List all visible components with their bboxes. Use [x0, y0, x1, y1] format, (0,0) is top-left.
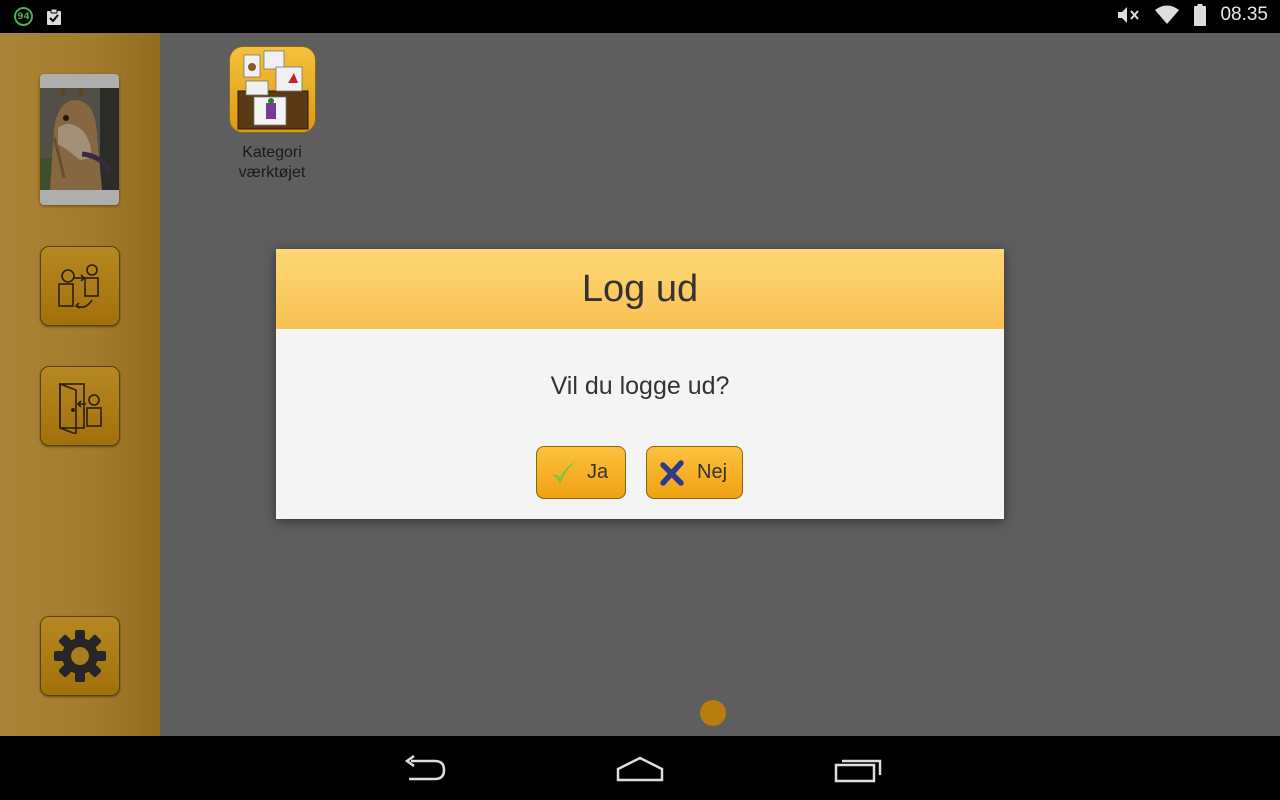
back-button[interactable]: [394, 750, 454, 788]
no-button[interactable]: Nej: [646, 446, 743, 499]
sidebar-dim-overlay: [0, 33, 160, 736]
wifi-icon: [1155, 5, 1180, 24]
category-tool-app-icon[interactable]: [229, 46, 316, 133]
app-content: Kategori værktøjet Log ud Vil du logge u…: [0, 33, 1280, 736]
home-button[interactable]: [610, 750, 670, 788]
status-bar: 94 08.35: [0, 0, 1280, 33]
recent-apps-icon: [834, 759, 882, 783]
clock: 08.35: [1220, 4, 1268, 25]
battery-icon: [1194, 4, 1207, 26]
recent-apps-button[interactable]: [828, 750, 888, 788]
page-indicator-dot: [700, 700, 726, 726]
home-icon: [616, 756, 664, 782]
no-button-label: Nej: [697, 461, 728, 483]
category-cabinet-icon: [237, 50, 309, 130]
checkmark-icon: [552, 460, 576, 484]
volume-muted-icon: [1118, 7, 1140, 23]
app-badge-icon: 94: [14, 7, 33, 26]
sidebar: [0, 33, 160, 736]
navigation-bar: [0, 736, 1280, 800]
yes-button-label: Ja: [587, 461, 609, 483]
dialog-message: Vil du logge ud?: [550, 372, 730, 400]
dialog-title: Log ud: [581, 267, 699, 310]
logout-dialog: Log ud Vil du logge ud? Ja Nej: [276, 249, 1004, 519]
clipboard-icon: [47, 8, 61, 25]
app-label: Kategori værktøjet: [238, 144, 306, 181]
yes-button[interactable]: Ja: [536, 446, 626, 499]
back-icon: [404, 755, 446, 781]
close-x-icon: [660, 459, 684, 486]
dialog-header: Log ud: [276, 249, 1004, 329]
